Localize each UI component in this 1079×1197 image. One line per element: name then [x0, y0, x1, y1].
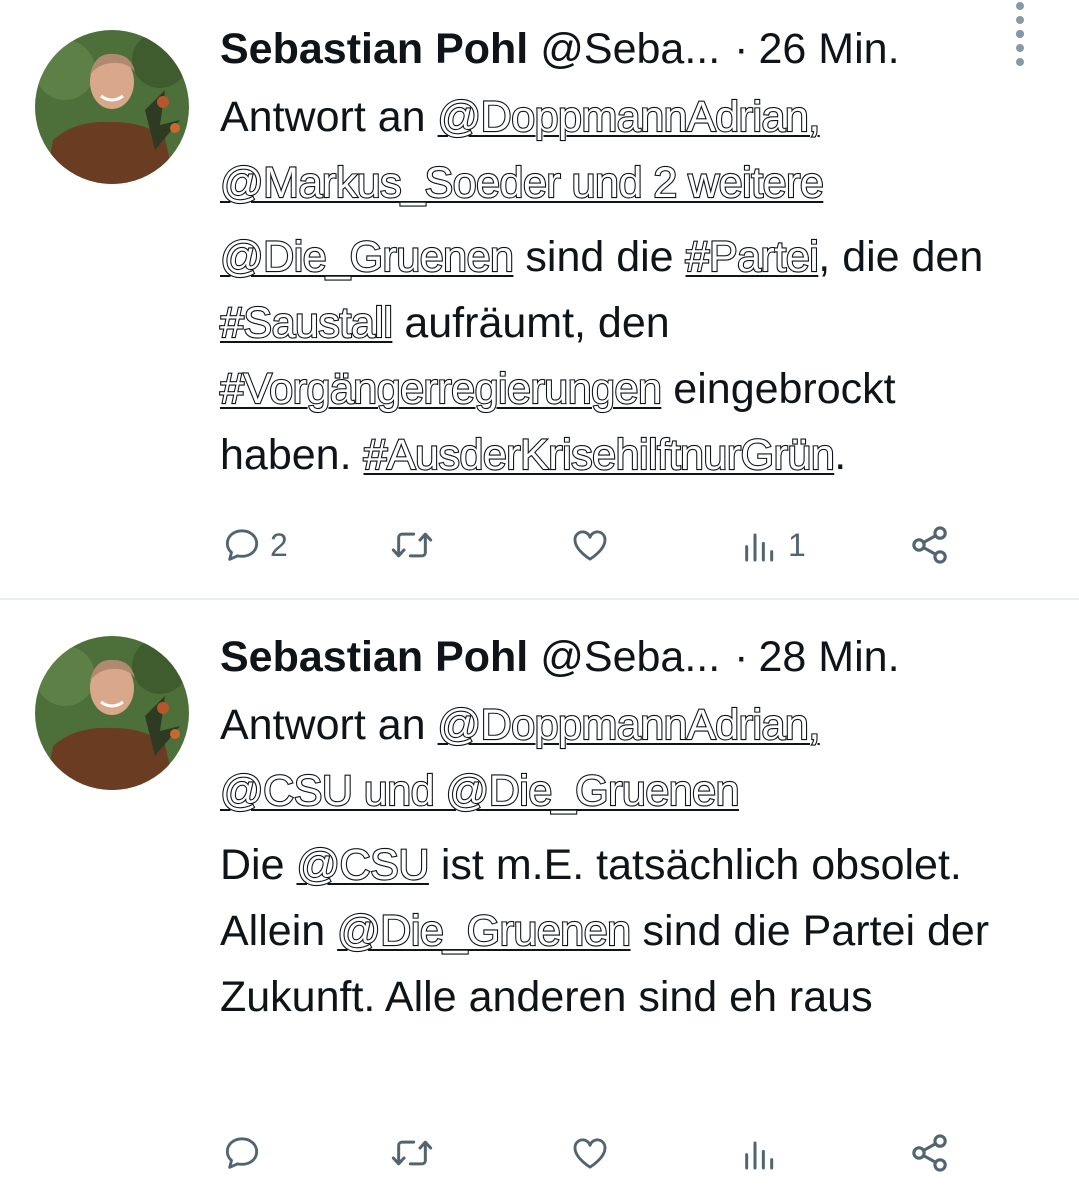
share-button[interactable] [908, 520, 952, 570]
share-icon [912, 526, 947, 564]
avatar-photo [35, 30, 189, 184]
views-button[interactable]: 1 [740, 520, 806, 570]
action-bar [222, 1128, 962, 1178]
retweet-button[interactable] [390, 520, 442, 570]
tweet-header: Sebastian Pohl @Seba... · 26 Min. [220, 22, 1010, 76]
reply-button[interactable]: 2 [222, 520, 288, 570]
hashtag-link[interactable]: #AusderKrisehilftnurGrün [362, 430, 835, 480]
mention-link[interactable]: @CSU [295, 840, 430, 890]
bar-chart-icon [745, 533, 774, 562]
user-handle[interactable]: @Seba... [540, 22, 720, 76]
tweet-body: Sebastian Pohl @Seba... · 26 Min. Antwor… [219, 22, 1010, 488]
replying-prefix: Antwort an [220, 93, 426, 141]
bar-chart-icon [745, 1141, 774, 1170]
more-options-icon[interactable] [1010, 0, 1030, 40]
text-segment: . [834, 431, 847, 479]
views-button[interactable] [740, 1128, 788, 1178]
tweet[interactable]: Sebastian Pohl @Seba... · 28 Min. Antwor… [0, 602, 1079, 1197]
text-segment: Die [220, 841, 297, 889]
tweet-text: Die @CSU ist m.E. tatsächlich obsolet. A… [220, 832, 1010, 1030]
mention-link[interactable]: @Markus_Soeder und 2 weitere [219, 158, 825, 208]
avatar[interactable] [35, 30, 189, 184]
avatar-photo [35, 636, 189, 790]
reply-button[interactable] [222, 1128, 270, 1178]
timestamp[interactable]: 26 Min. [759, 22, 900, 76]
replying-to: Antwort an @DoppmannAdrian, @CSU und @Di… [219, 692, 1010, 824]
share-icon [912, 1134, 947, 1172]
display-name[interactable]: Sebastian Pohl [220, 630, 528, 684]
tweet-body: Sebastian Pohl @Seba... · 28 Min. Antwor… [219, 630, 1010, 1030]
retweet-arrows-icon [391, 1140, 433, 1166]
view-count: 1 [788, 526, 806, 563]
speech-bubble-icon [225, 1137, 259, 1169]
like-button[interactable] [568, 520, 620, 570]
reply-count: 2 [270, 526, 288, 563]
hashtag-link[interactable]: #Partei [684, 232, 819, 282]
timestamp[interactable]: 28 Min. [759, 630, 900, 684]
hashtag-link[interactable]: #Vorgängerregierungen [219, 364, 663, 414]
heart-icon [573, 530, 607, 561]
retweet-arrows-icon [391, 532, 433, 558]
mention-link[interactable]: @Die_Gruenen [219, 232, 515, 282]
share-button[interactable] [908, 1128, 952, 1178]
heart-icon [573, 1138, 607, 1169]
replying-to: Antwort an @DoppmannAdrian, @Markus_Soed… [219, 84, 1010, 216]
mention-link[interactable]: @CSU und @Die_Gruenen [219, 766, 741, 816]
tweet-header: Sebastian Pohl @Seba... · 28 Min. [220, 630, 1010, 684]
speech-bubble-icon [225, 529, 259, 561]
display-name[interactable]: Sebastian Pohl [220, 22, 528, 76]
mention-link[interactable]: @Die_Gruenen [336, 906, 632, 956]
retweet-button[interactable] [390, 1128, 442, 1178]
separator: · [734, 25, 749, 73]
replying-prefix: Antwort an [220, 701, 426, 749]
text-segment: , die den [818, 233, 984, 281]
mention-link[interactable]: @DoppmannAdrian, [436, 700, 821, 750]
text-segment: sind die [513, 233, 686, 281]
user-handle[interactable]: @Seba... [540, 630, 720, 684]
mention-link[interactable]: @DoppmannAdrian, [436, 92, 821, 142]
hashtag-link[interactable]: #Saustall [219, 298, 394, 348]
like-button[interactable] [568, 1128, 620, 1178]
action-bar: 2 1 [222, 520, 962, 570]
separator: · [734, 633, 749, 681]
tweet-text: @Die_Gruenen sind die #Partei, die den #… [219, 224, 1010, 488]
tweet[interactable]: Sebastian Pohl @Seba... · 26 Min. Antwor… [0, 0, 1079, 600]
avatar[interactable] [35, 636, 189, 790]
text-segment: aufräumt, den [392, 299, 670, 347]
